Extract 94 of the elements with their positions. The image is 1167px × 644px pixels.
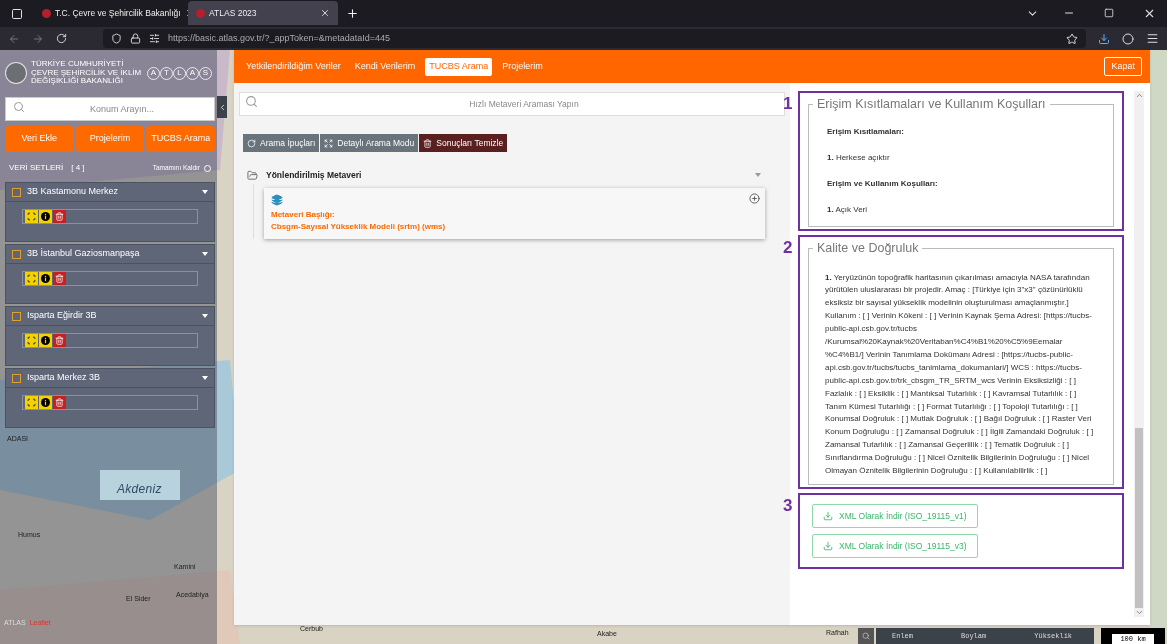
modal-tab[interactable]: Yetkilendirildiğim Veriler — [242, 57, 345, 76]
delete-button[interactable] — [53, 272, 66, 285]
layers-icon — [271, 194, 283, 206]
search-tool-button[interactable]: Detaylı Arama Modu — [320, 134, 419, 152]
tab-title: T.C. Çevre ve Şehircilik Bakanlığı — [55, 6, 181, 20]
zoom-to-extent-button[interactable] — [25, 334, 38, 347]
download-icon — [823, 511, 833, 521]
location-search-field[interactable]: Konum Arayın... — [5, 97, 215, 121]
annotation-number: 3 — [783, 497, 793, 514]
close-button[interactable]: Kapat — [1104, 57, 1142, 76]
site-icon — [196, 8, 205, 18]
info-icon — [41, 212, 50, 221]
section-legend: Kalite ve Doğruluk — [813, 238, 923, 258]
modal-tab[interactable]: TUCBS Arama — [425, 57, 493, 76]
caret-icon[interactable] — [202, 252, 208, 256]
modal-tab[interactable]: Projelerim — [498, 57, 547, 76]
download-icon[interactable] — [1098, 32, 1110, 45]
dataset-name: Isparta Merkez 3B — [27, 371, 102, 385]
expand-icon — [324, 138, 334, 148]
ministry-name: TÜRKİYE CUMHURİYETİ ÇEVRE ŞEHİRCİLİK VE İKLİM DEĞİŞİKLİĞİ BAKANLIĞI — [31, 60, 143, 86]
modal-tab[interactable]: Kendi Verilerim — [350, 57, 420, 76]
field-text: 1. Açık Veri — [827, 203, 869, 216]
info-button[interactable] — [39, 210, 52, 223]
dataset-name: 3B Kastamonu Merkez — [27, 185, 120, 199]
field-heading: Erişim ve Kullanım Koşulları: — [827, 177, 939, 190]
search-button[interactable] — [858, 628, 874, 644]
info-button[interactable] — [39, 396, 52, 409]
annotation-number: 1 — [783, 95, 793, 112]
zoom-to-extent-button[interactable] — [25, 210, 38, 223]
menu-icon[interactable] — [1146, 32, 1159, 45]
xml-download-button[interactable]: XML Olarak İndir (ISO_19115_v1) — [812, 504, 978, 528]
trash-icon — [423, 138, 433, 148]
annotation-number: 2 — [783, 238, 793, 256]
scroll-up-icon[interactable] — [1134, 91, 1144, 100]
dataset-name: 3B İstanbul Gaziosmanpaşa — [27, 247, 141, 261]
search-icon — [13, 101, 25, 113]
metadata-title: Cbsgm-Sayısal Yükseklik Modeli (srtm) (wms) — [271, 221, 447, 233]
delete-button[interactable] — [53, 396, 66, 409]
bookmark-star-icon[interactable] — [1066, 32, 1078, 45]
dataset-checkbox[interactable] — [12, 249, 21, 259]
caret-icon[interactable] — [202, 314, 208, 318]
zoom-to-extent-button[interactable] — [25, 272, 38, 285]
sidebar-button[interactable]: Projelerim — [75, 126, 145, 152]
permissions-icon — [149, 33, 160, 44]
site-icon — [42, 8, 51, 18]
info-button[interactable] — [39, 334, 52, 347]
search-tool-button[interactable]: Arama İpuçları — [243, 134, 320, 152]
quality-description: 1. Yeryüzünün topoğrafik haritasının çıkarılması amacıyla NASA tarafından yürütülen uluslararası bir projedir. Amaç : [Türkiye için 3"x3" çözünürlüklü eksiksiz bir sayısal yükseklik modelinin oluşturulması amaçlanmıştır.] Kullanım : [ ] Verinin Kökeni : [ ] Verinin Kaynak Şema Adresi: [https://tucbs-public-api.csb.gov.tr/tucbs /Kurumsal%20Kaynak%20Veritaban%C4%B1%20%C5%9Eemalar %C4%B1/] Verinin Tanımlama Dokümanı Adresi : [https://tucbs-public-api.csb.gov.tr/tucbs/tucbs_tanimlama_dokumanlari/] WCS : https://tucbs-public-api.csb.gov.tr/trk_cbsgm_TR_SRTM_wcs Verinin Eksiksizliği : [ ] Fazlalık : [ ] Eksiklik : [ ] Mantıksal Tutarlılık : [ ] Kavramsal Tutarlılık : [ ] Tanım Kümesi Tutarlılığı : [ ] Format Tutarlılığı : [ ] Topoloji Tutarlılığı : [ ] Konumsal Doğruluk : [ ] Mutlak Doğruluk : [ ] Bağıl Doğruluk : [ ] Raster Veri Konum Doğruluğu : [ ] Zamansal Doğruluk : [ ] İlgili Zamandaki Doğruluk : [ ] Zamansal Tutarlılık : [ ] Zamansal Geçerlilik : [ ] Tematik Doğruluk : [ ] Sınıflandırma Doğruluğu : [ ] Nicel Öznitelik Bilgilerinin Doğruluğu : [ ] Nicel Olmayan Öznitelik Bilgilerinin Doğruluğu : [ ] Kullanılabilirlik : [ ] — [825, 271, 1095, 478]
metadata-card[interactable]: Metaveri Başlığı: Cbsgm-Sayısal Yükseklik Modeli (srtm) (wms) — [264, 188, 765, 239]
field-text: 1. Herkese açıktır — [827, 151, 891, 164]
dataset-checkbox[interactable] — [12, 187, 21, 197]
delete-button[interactable] — [53, 210, 66, 223]
datasets-label: VERİ SETLERİ — [9, 162, 64, 174]
dataset-name: Isparta Eğirdir 3B — [27, 309, 98, 323]
search-icon — [245, 95, 258, 108]
dataset-checkbox[interactable] — [12, 311, 21, 321]
caret-icon[interactable] — [755, 173, 761, 177]
search-icon — [862, 632, 870, 640]
back-icon[interactable] — [8, 32, 20, 45]
refresh-icon — [247, 138, 256, 148]
zoom-to-extent-button[interactable] — [25, 396, 38, 409]
xml-download-button[interactable]: XML Olarak İndir (ISO_19115_v3) — [812, 534, 978, 558]
add-icon[interactable] — [749, 193, 760, 204]
caret-icon[interactable] — [202, 376, 208, 380]
datasets-count: [ 4 ] — [71, 162, 85, 174]
address-bar[interactable]: https://basic.atlas.gov.tr/?_appToken=&metadataId=445 — [103, 29, 1086, 48]
tab-title: ATLAS 2023 — [209, 6, 258, 20]
search-tool-button[interactable]: Sonuçları Temizle — [419, 134, 508, 152]
account-icon[interactable] — [1122, 32, 1134, 45]
sidebar-button[interactable]: TUCBS Arama — [146, 126, 215, 152]
section-legend: Erişim Kısıtlamaları ve Kullanım Koşulları — [813, 95, 1050, 114]
browser-tab[interactable]: ATLAS 2023 — [188, 1, 338, 25]
folder-icon — [247, 169, 258, 181]
scrollbar[interactable] — [1134, 91, 1144, 617]
metadata-title-label: Metaveri Başlığı: — [271, 209, 336, 221]
lock-icon — [130, 33, 141, 44]
tree-folder-label[interactable]: Yönlendirilmiş Metaveri — [266, 168, 747, 182]
info-icon — [41, 274, 50, 283]
info-button[interactable] — [39, 272, 52, 285]
field-heading: Erişim Kısıtlamaları: — [827, 125, 905, 138]
collapse-panel-icon[interactable] — [217, 96, 227, 118]
info-icon — [41, 336, 50, 345]
url-text: https://basic.atlas.gov.tr/?_appToken=&metadataId=445 — [168, 31, 391, 45]
sidebar-button[interactable]: Veri Ekle — [5, 126, 74, 152]
dataset-checkbox[interactable] — [12, 373, 21, 383]
scroll-down-icon[interactable] — [1134, 608, 1144, 617]
reload-icon[interactable] — [56, 33, 67, 44]
info-icon — [41, 398, 50, 407]
delete-button[interactable] — [53, 334, 66, 347]
sea-label: Akdeniz — [117, 481, 162, 498]
close-icon[interactable] — [320, 8, 330, 18]
download-icon — [823, 541, 833, 551]
metadata-search-field[interactable]: Hızlı Metaveri Araması Yapın — [239, 92, 785, 116]
shield-icon — [111, 33, 122, 44]
